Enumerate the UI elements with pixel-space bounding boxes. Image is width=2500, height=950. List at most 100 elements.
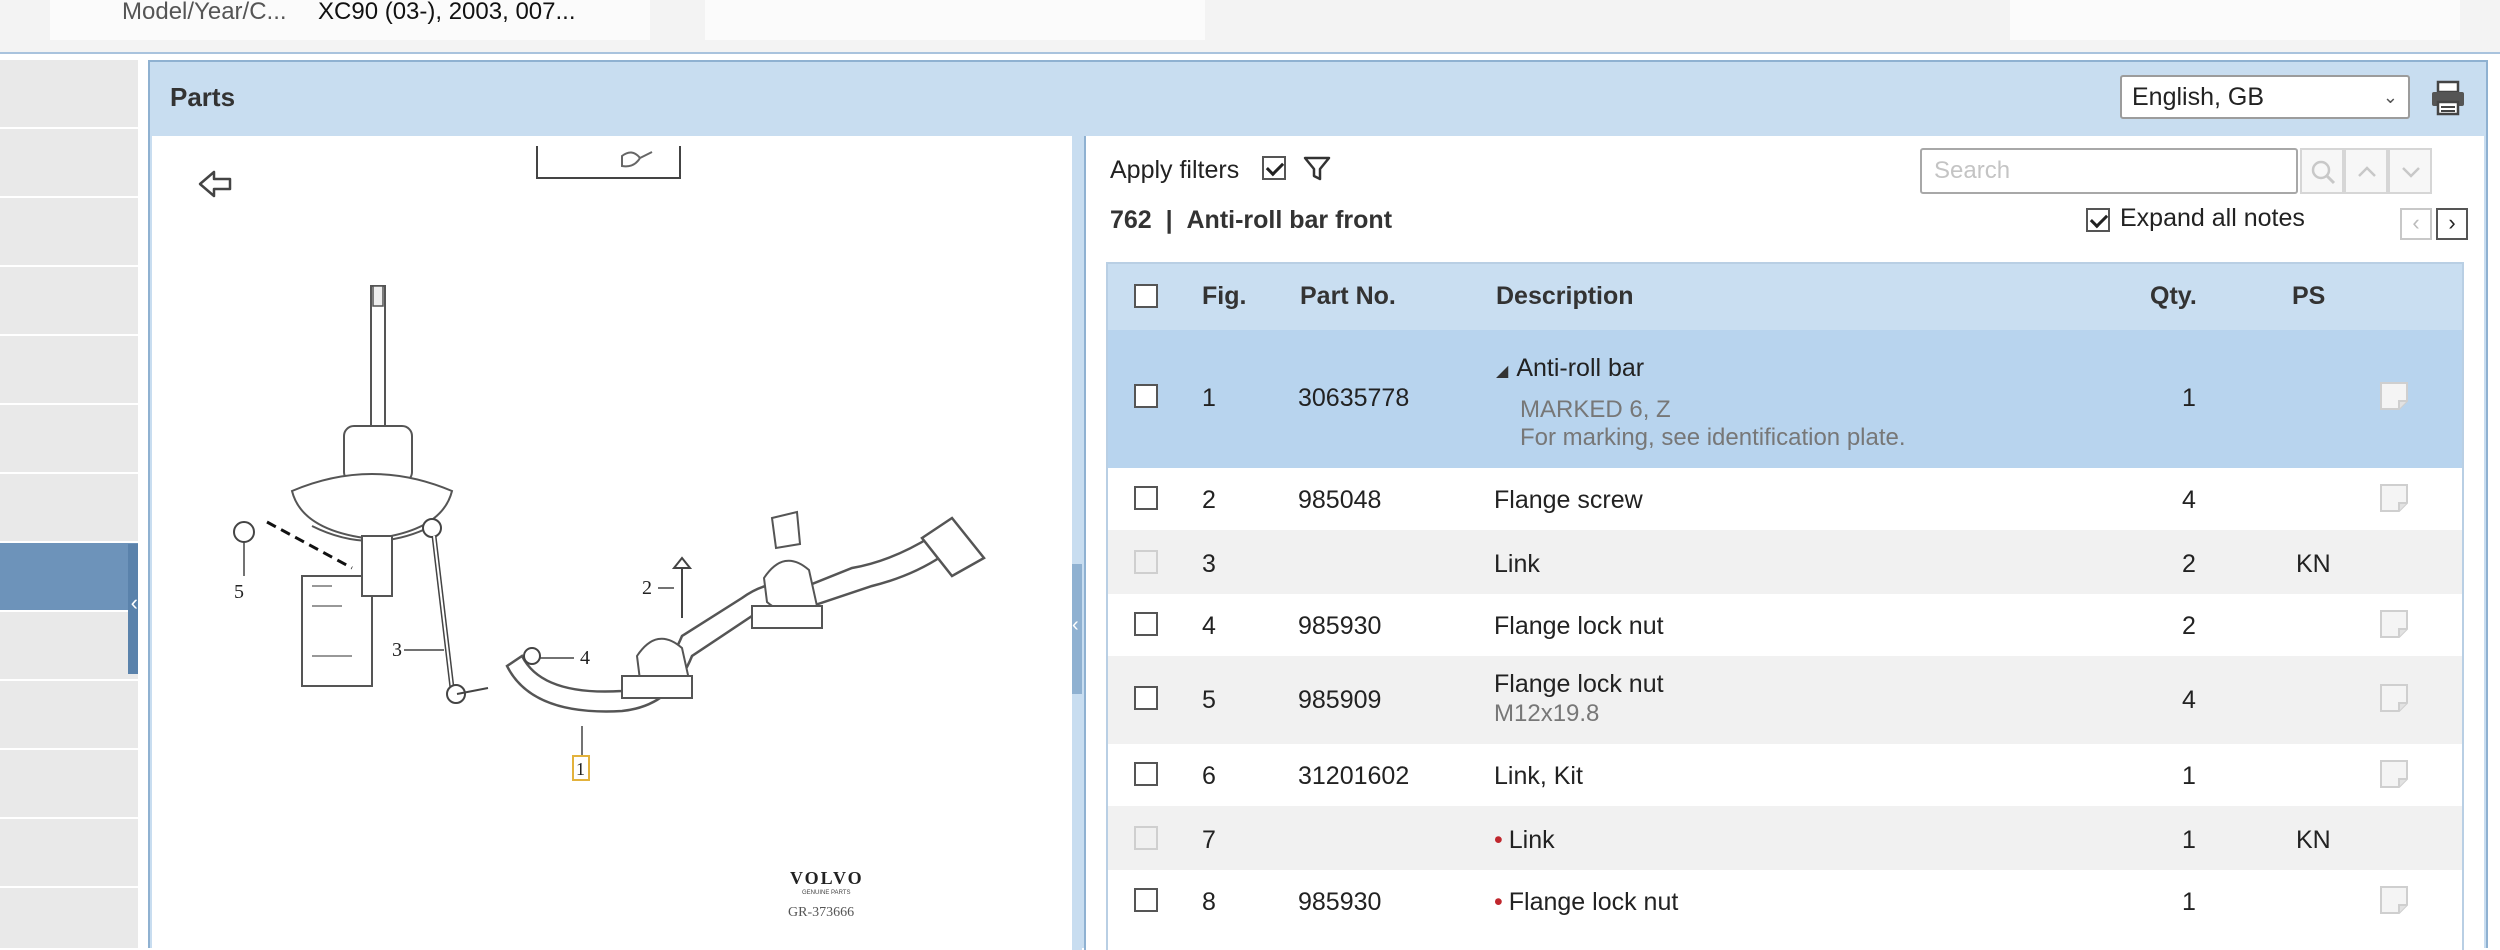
sidebar-item-active[interactable]	[0, 543, 138, 612]
sidebar-item[interactable]	[0, 405, 138, 474]
col-qty[interactable]: Qty.	[2150, 282, 2197, 311]
language-select-value: English, GB	[2132, 83, 2265, 111]
col-ps[interactable]: PS	[2292, 282, 2325, 311]
note-icon[interactable]	[2378, 682, 2410, 714]
col-description[interactable]: Description	[1496, 282, 1634, 311]
table-header: Fig. Part No. Description Qty. PS	[1108, 264, 2462, 330]
note-icon[interactable]	[2378, 884, 2410, 916]
table-row[interactable]: 4 985930 Flange lock nut 2	[1108, 594, 2462, 656]
chevron-right-icon: ›	[2448, 210, 2456, 235]
row-description: Flange lock nut	[1494, 670, 1664, 698]
row-fig: 2	[1202, 486, 1216, 514]
next-section-button[interactable]: ›	[2436, 208, 2468, 240]
panel-header: Parts English, GB ⌄	[150, 62, 2486, 134]
callout-5[interactable]: 5	[234, 581, 244, 603]
expand-notes-label: Expand all notes	[2120, 204, 2305, 232]
search-previous-button[interactable]	[2344, 148, 2388, 194]
sidebar-item[interactable]	[0, 612, 138, 681]
table-row[interactable]: 6 31201602 Link, Kit 1	[1108, 744, 2462, 806]
pane-splitter[interactable]: ‹	[1072, 136, 1082, 950]
table-row[interactable]	[1108, 932, 2462, 950]
table-row[interactable]: 5 985909 Flange lock nut M12x19.8 4	[1108, 656, 2462, 744]
row-qty: 1	[2182, 888, 2196, 916]
sidebar-item[interactable]	[0, 750, 138, 819]
chevron-down-icon: ⌄	[2382, 87, 2398, 107]
row-checkbox[interactable]	[1134, 686, 1158, 710]
row-qty: 1	[2182, 826, 2196, 854]
table-row[interactable]: 1 30635778 ◢ Anti-roll bar MARKED 6, Z Fo…	[1108, 330, 2462, 468]
section-title: 762 | Anti-roll bar front	[1110, 206, 1393, 234]
note-icon[interactable]	[2378, 482, 2410, 514]
top-field-2[interactable]	[705, 0, 1205, 40]
row-qty: 2	[2182, 612, 2196, 640]
sidebar-item[interactable]	[0, 129, 138, 198]
sidebar-item[interactable]	[0, 60, 138, 129]
row-checkbox[interactable]	[1134, 486, 1158, 510]
row-checkbox[interactable]	[1134, 762, 1158, 786]
bullet-icon: •	[1494, 826, 1503, 854]
printer-icon[interactable]	[2428, 78, 2468, 118]
left-sidebar: ‹	[0, 60, 138, 948]
search-next-button[interactable]	[2388, 148, 2432, 194]
row-qty: 1	[2182, 384, 2196, 412]
previous-section-button[interactable]: ‹	[2400, 208, 2432, 240]
row-fig: 3	[1202, 550, 1216, 578]
apply-filters-checkbox[interactable]	[1262, 156, 1286, 180]
language-select[interactable]: English, GB ⌄	[2120, 75, 2410, 119]
row-checkbox	[1134, 826, 1158, 850]
col-fig[interactable]: Fig.	[1202, 282, 1246, 311]
search-input[interactable]	[1920, 148, 2298, 194]
search-icon	[2311, 160, 2336, 185]
row-note: MARKED 6, Z	[1520, 396, 1671, 423]
splitter-handle[interactable]: ‹	[1072, 564, 1082, 694]
row-description: ◢ Anti-roll bar	[1496, 354, 1645, 382]
sidebar-collapse-handle[interactable]: ‹	[128, 544, 138, 674]
section-number: 762	[1110, 206, 1152, 234]
col-part-no[interactable]: Part No.	[1300, 282, 1396, 311]
row-part-no[interactable]: 31201602	[1298, 762, 1409, 791]
callout-4[interactable]: 4	[580, 647, 590, 669]
table-row[interactable]: 8 985930 • Flange lock nut 1	[1108, 870, 2462, 932]
note-icon[interactable]	[2378, 608, 2410, 640]
table-row[interactable]: 3 Link 2 KN	[1108, 530, 2462, 594]
row-checkbox[interactable]	[1134, 384, 1158, 408]
table-row[interactable]: 7 • Link 1 KN	[1108, 806, 2462, 870]
parts-table: Fig. Part No. Description Qty. PS 1 3063…	[1106, 262, 2464, 950]
row-part-no[interactable]: 985048	[1298, 486, 1381, 515]
row-checkbox[interactable]	[1134, 888, 1158, 912]
row-qty: 4	[2182, 486, 2196, 514]
table-row[interactable]: 2 985048 Flange screw 4	[1108, 468, 2462, 530]
filter-icon[interactable]	[1302, 154, 1332, 184]
bullet-icon: •	[1494, 888, 1503, 916]
row-ps: KN	[2296, 826, 2331, 854]
chevron-left-icon: ‹	[2412, 210, 2420, 235]
row-part-no[interactable]: 985930	[1298, 888, 1381, 917]
row-qty: 1	[2182, 762, 2196, 790]
collapse-triangle-icon[interactable]: ◢	[1496, 363, 1508, 380]
row-description: • Flange lock nut	[1494, 888, 1679, 916]
model-year-field[interactable]: Model/Year/C... XC90 (03-), 2003, 007...	[50, 0, 650, 40]
sidebar-item[interactable]	[0, 198, 138, 267]
arrow-back-icon[interactable]	[196, 166, 236, 202]
chevron-left-icon: ‹	[1072, 614, 1079, 636]
callout-1[interactable]: 1	[576, 759, 585, 779]
note-icon[interactable]	[2378, 380, 2410, 412]
row-part-no[interactable]: 30635778	[1298, 384, 1409, 413]
sidebar-item[interactable]	[0, 819, 138, 888]
sidebar-item[interactable]	[0, 681, 138, 750]
exploded-view-drawing[interactable]: 5 3 4 2 1 VOLVO GENUINE PARTS GR-373666	[152, 136, 1072, 950]
expand-notes-checkbox[interactable]	[2086, 208, 2110, 232]
panel-title: Parts	[170, 82, 236, 112]
sidebar-item[interactable]	[0, 267, 138, 336]
note-icon[interactable]	[2378, 758, 2410, 790]
row-part-no[interactable]: 985930	[1298, 612, 1381, 641]
callout-3[interactable]: 3	[392, 639, 402, 661]
search-button[interactable]	[2300, 148, 2344, 194]
callout-2[interactable]: 2	[642, 577, 652, 599]
row-part-no[interactable]: 985909	[1298, 686, 1381, 715]
row-checkbox[interactable]	[1134, 612, 1158, 636]
sidebar-item[interactable]	[0, 336, 138, 405]
sidebar-item[interactable]	[0, 474, 138, 543]
select-all-checkbox[interactable]	[1134, 284, 1158, 308]
top-field-3[interactable]	[2010, 0, 2460, 40]
